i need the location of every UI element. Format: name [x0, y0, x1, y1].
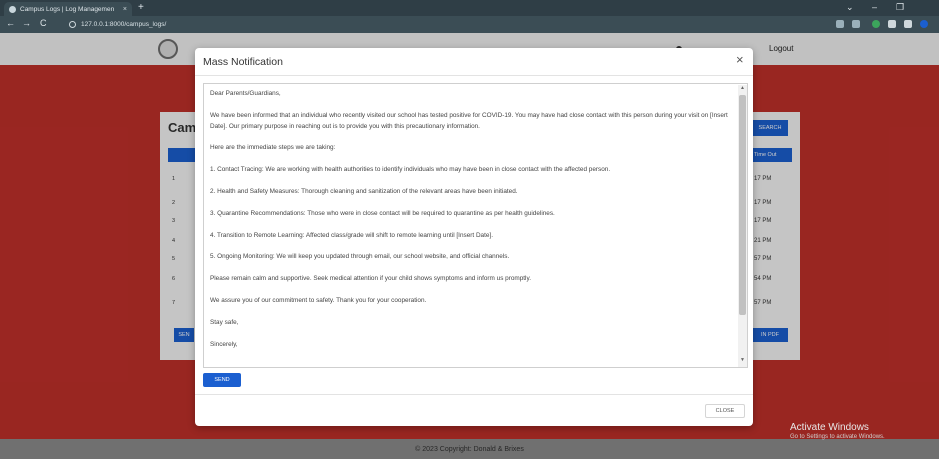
- send-button[interactable]: SEND: [203, 373, 241, 387]
- url-text: 127.0.0.1:8000/campus_logs/: [81, 21, 167, 28]
- tab-title: Campus Logs | Log Managemen: [20, 5, 115, 13]
- site-info-icon[interactable]: [69, 21, 76, 28]
- tab-close-icon[interactable]: ×: [123, 6, 127, 13]
- message-paragraph: 4. Transition to Remote Learning: Affect…: [210, 231, 493, 239]
- tab-search-icon[interactable]: ⌄: [846, 2, 854, 13]
- scroll-down-arrow-icon[interactable]: ▼: [740, 357, 745, 363]
- minimize-button[interactable]: –: [872, 2, 877, 12]
- message-paragraph: Stay safe,: [210, 318, 239, 326]
- message-paragraph: Dear Parents/Guardians,: [210, 90, 281, 97]
- profile-avatar[interactable]: [920, 20, 928, 28]
- back-button[interactable]: ←: [6, 18, 15, 28]
- maximize-button[interactable]: ❐: [896, 2, 904, 13]
- forward-button[interactable]: →: [22, 18, 31, 28]
- activate-windows-watermark: Activate Windows Go to Settings to activ…: [790, 422, 885, 440]
- modal-footer-divider: [195, 394, 753, 395]
- message-paragraph: Please remain calm and supportive. Seek …: [210, 275, 531, 283]
- textarea-scrollbar[interactable]: ▲ ▼: [738, 85, 747, 367]
- modal-header: Mass Notification ×: [195, 48, 753, 76]
- message-paragraph: 3. Quarantine Recommendations: Those who…: [210, 209, 555, 217]
- close-icon[interactable]: ×: [736, 53, 744, 66]
- close-button[interactable]: CLOSE: [705, 404, 745, 418]
- message-paragraph: Sincerely,: [210, 340, 238, 348]
- message-paragraph: We assure you of our commitment to safet…: [210, 296, 427, 304]
- extensions-puzzle-icon[interactable]: [888, 20, 896, 28]
- mass-notification-modal: Mass Notification × Dear Parents/Guardia…: [195, 48, 753, 426]
- message-paragraph: We have been informed that an individual…: [210, 111, 728, 130]
- message-paragraph: 5. Ongoing Monitoring: We will keep you …: [210, 253, 510, 261]
- extension-icon[interactable]: [872, 20, 880, 28]
- new-tab-button[interactable]: +: [138, 2, 144, 13]
- message-paragraph: 1. Contact Tracing: We are working with …: [210, 166, 611, 174]
- reload-button[interactable]: C: [40, 18, 47, 28]
- scrollbar-thumb[interactable]: [739, 95, 746, 315]
- side-panel-icon[interactable]: [904, 20, 912, 28]
- bookmark-star-icon[interactable]: [852, 20, 860, 28]
- share-icon[interactable]: [836, 20, 844, 28]
- message-paragraph: 2. Health and Safety Measures: Thorough …: [210, 187, 518, 195]
- address-bar-row: ← → C 127.0.0.1:8000/campus_logs/: [0, 16, 939, 33]
- message-textarea[interactable]: Dear Parents/Guardians, We have been inf…: [203, 83, 748, 368]
- watermark-title: Activate Windows: [790, 422, 869, 433]
- favicon-icon: [9, 5, 16, 13]
- address-bar[interactable]: 127.0.0.1:8000/campus_logs/: [64, 18, 824, 31]
- message-paragraph: Here are the immediate steps we are taki…: [210, 144, 336, 152]
- browser-tab-bar: Campus Logs | Log Managemen × + ⌄ – ❐: [0, 0, 939, 16]
- scroll-up-arrow-icon[interactable]: ▲: [740, 85, 745, 91]
- browser-tab[interactable]: Campus Logs | Log Managemen ×: [4, 2, 132, 16]
- modal-title: Mass Notification: [203, 56, 283, 68]
- message-text: Dear Parents/Guardians, We have been inf…: [210, 89, 735, 361]
- watermark-subtitle: Go to Settings to activate Windows.: [790, 434, 885, 440]
